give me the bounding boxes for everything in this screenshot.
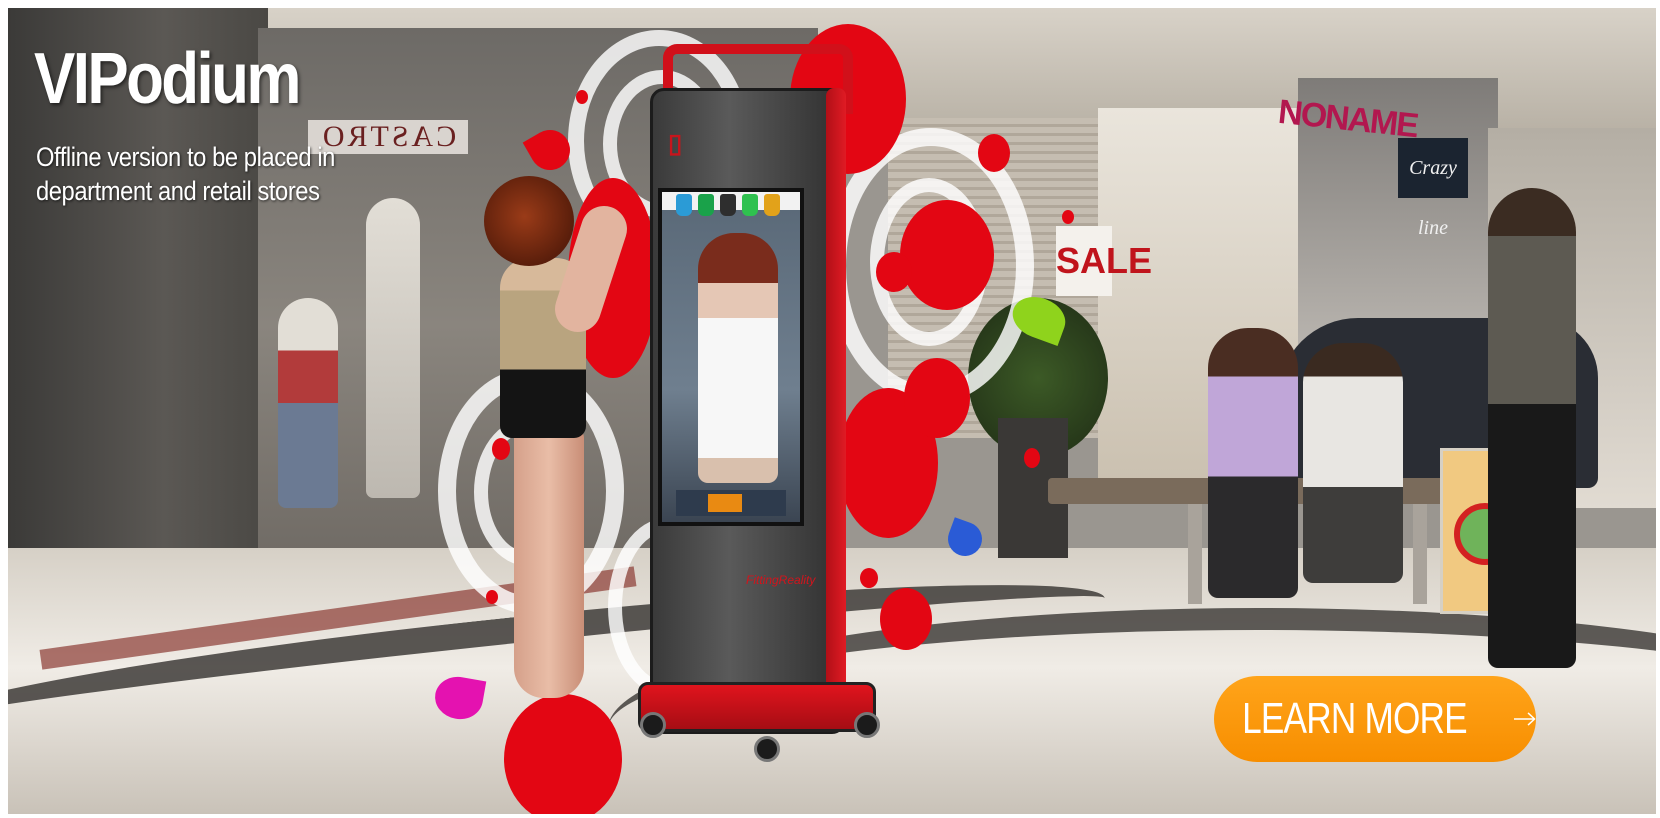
kiosk-wheel [854,712,880,738]
decorative-dot [1024,448,1040,468]
kiosk-logo-icon: ▯ [668,128,683,158]
arrow-right-icon [1513,712,1536,726]
screen-buy-button [708,494,742,512]
decorative-dot [492,438,510,460]
bench-leg [1413,504,1427,604]
swatch-green [698,194,714,216]
seated-woman [1208,328,1298,598]
decorative-dot [1062,210,1074,224]
swatch-blue [676,194,692,216]
bench-leg [1188,504,1202,604]
decorative-dot [504,694,622,814]
mannequin [278,298,338,508]
banner-subtitle: Offline version to be placed in departme… [36,142,335,206]
kiosk-wheel [640,712,666,738]
walking-man [1488,188,1576,668]
swatch-green [742,194,758,216]
screen-color-swatches [676,194,786,218]
woman-hair [484,176,574,266]
banner-title: VIPodium [34,39,301,119]
seated-man [1303,343,1403,583]
decorative-dot [904,358,970,438]
swatch-orange [764,194,780,216]
mannequin [366,198,420,498]
decorative-dot [978,134,1010,172]
decorative-dot [880,588,932,650]
kiosk-brand-label: FittingReality [746,573,816,587]
decorative-dot [486,590,498,604]
store-sign-sale: SALE [1056,226,1152,296]
learn-more-label: LEARN MORE [1242,694,1468,743]
hero-banner: CASTRO SALE NONAME Crazy line ▯ FittingR… [8,8,1656,814]
swatch-black [720,194,736,216]
store-sign-crazyline: Crazy line [1398,138,1468,239]
screen-model-image [698,233,778,483]
learn-more-button[interactable]: LEARN MORE [1214,676,1536,762]
decorative-dot [576,90,588,104]
woman-legs [514,428,584,698]
decorative-dot [876,252,912,292]
decorative-dot [860,568,878,588]
kiosk-wheel [754,736,780,762]
kiosk-base [638,682,876,732]
decorative-dot [900,200,994,310]
kiosk-side-panel [826,88,846,718]
